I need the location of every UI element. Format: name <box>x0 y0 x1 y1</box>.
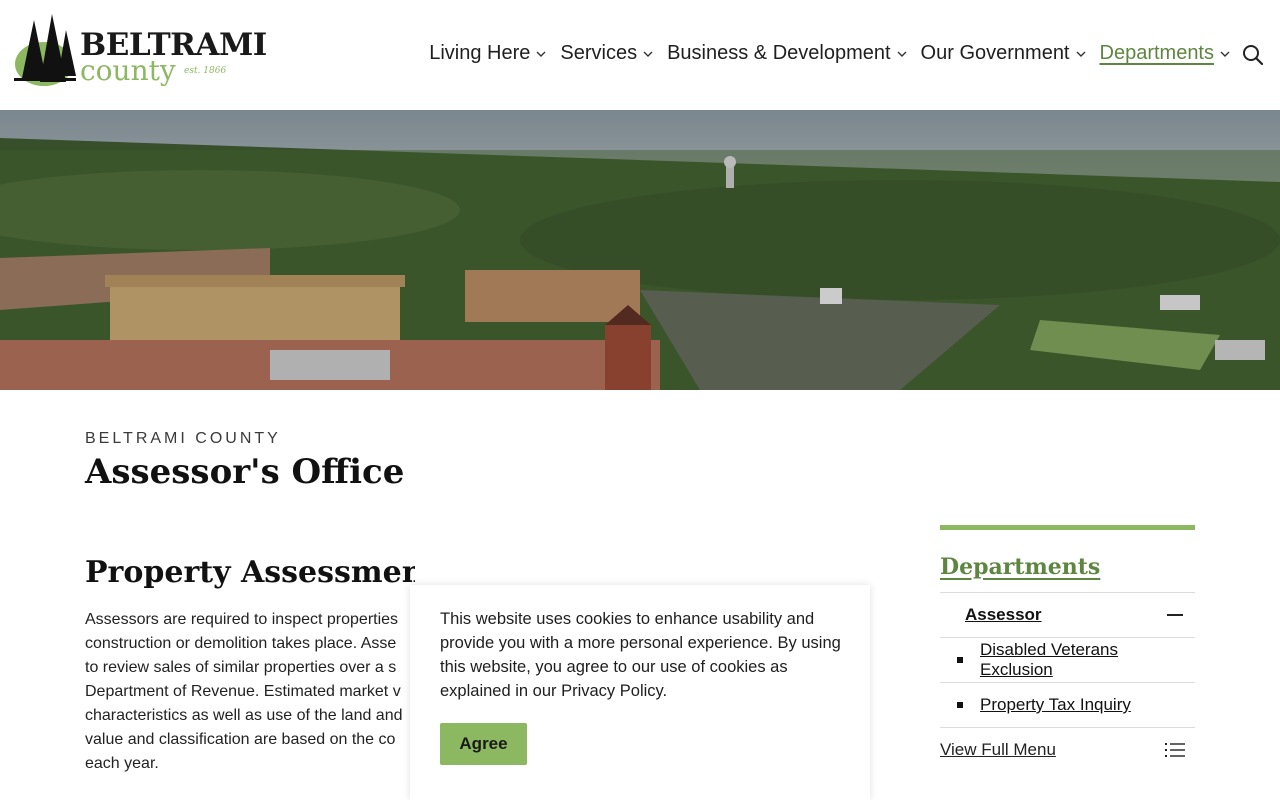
page-title: Assessor's Office <box>85 452 405 492</box>
chevron-down-icon <box>897 51 907 57</box>
bullet-icon <box>957 657 963 663</box>
sidebar-item-assessor[interactable]: Assessor <box>940 593 1195 638</box>
agree-button[interactable]: Agree <box>440 723 527 765</box>
departments-sidebar: Departments Assessor Disabled Veterans E… <box>940 525 1195 772</box>
page-eyebrow: BELTRAMI COUNTY <box>85 430 281 447</box>
body-line: Assessors are required to inspect proper… <box>85 611 399 628</box>
logo-established: est. 1866 <box>184 66 227 76</box>
view-full-menu-label: View Full Menu <box>940 740 1056 759</box>
aerial-town-photo <box>0 110 1280 390</box>
sidebar-item-property-tax-inquiry[interactable]: Property Tax Inquiry <box>940 683 1195 728</box>
sidebar-item-label: Disabled Veterans Exclusion <box>980 640 1118 679</box>
view-full-menu-link[interactable]: View Full Menu <box>940 728 1195 772</box>
sidebar-item-label: Assessor <box>965 605 1042 624</box>
nav-label: Our Government <box>920 42 1070 64</box>
body-line: construction or demolition takes place. … <box>85 635 397 652</box>
sidebar-item-label: Property Tax Inquiry <box>980 695 1131 714</box>
chevron-down-icon <box>536 51 546 57</box>
minus-icon[interactable] <box>1167 614 1183 616</box>
body-line: value and classification are based on th… <box>85 731 396 748</box>
chevron-down-icon <box>643 51 653 57</box>
site-header: BELTRAMI county est. 1866 Living Here Se… <box>0 0 1280 110</box>
nav-label: Business & Development <box>667 42 891 64</box>
nav-label: Departments <box>1099 42 1215 64</box>
cookie-message: This website uses cookies to enhance usa… <box>440 610 841 700</box>
pine-trees-icon <box>14 14 76 86</box>
list-icon <box>1165 743 1185 757</box>
bullet-icon <box>957 702 963 708</box>
main-nav: Living Here Services Business & Developm… <box>429 42 1230 65</box>
nav-business-development[interactable]: Business & Development <box>667 42 907 65</box>
nav-living-here[interactable]: Living Here <box>429 42 546 65</box>
nav-label: Living Here <box>429 42 531 64</box>
body-line: each year. <box>85 755 159 772</box>
nav-label: Services <box>560 42 638 64</box>
search-icon[interactable] <box>1242 44 1264 66</box>
sidebar-accent-bar <box>940 525 1195 530</box>
county-logo[interactable]: BELTRAMI county est. 1866 <box>14 12 274 92</box>
sidebar-item-disabled-veterans-exclusion[interactable]: Disabled Veterans Exclusion <box>940 638 1195 683</box>
body-line: Department of Revenue. Estimated market … <box>85 683 401 700</box>
body-line: to review sales of similar properties ov… <box>85 659 397 676</box>
body-line: characteristics as well as use of the la… <box>85 707 403 724</box>
hero-image <box>0 110 1280 390</box>
chevron-down-icon <box>1220 51 1230 57</box>
nav-departments[interactable]: Departments <box>1100 42 1231 65</box>
cookie-banner: This website uses cookies to enhance usa… <box>410 585 870 800</box>
section-title: Property Assessment <box>85 555 415 590</box>
sidebar-title-link[interactable]: Departments <box>940 554 1195 593</box>
logo-name-line2: county <box>80 54 176 87</box>
chevron-down-icon <box>1076 51 1085 57</box>
nav-services[interactable]: Services <box>560 42 653 65</box>
nav-our-government[interactable]: Our Government <box>921 42 1086 65</box>
body-text: Assessors are required to inspect proper… <box>85 608 415 776</box>
